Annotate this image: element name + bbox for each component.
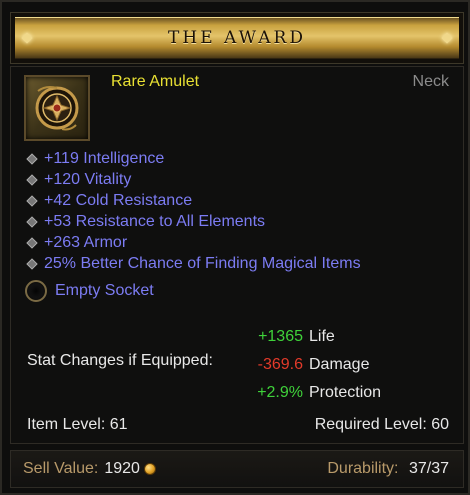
affix-text: 25% Better Chance of Finding Magical Ite… [44,254,361,272]
item-slot: Neck [412,73,449,90]
stat-changes: +1365 Life -369.6 Damage +2.9% Protectio… [233,323,381,407]
stat-change-value: +2.9% [257,384,303,401]
diamond-bullet-icon [27,217,36,226]
sell-value-amount: 1920 [104,460,140,477]
item-level: Item Level: 61 [27,416,128,433]
affix-list: +119 Intelligence +120 Vitality +42 Cold… [25,148,455,274]
diamond-bullet-icon [27,175,36,184]
stat-change-damage: -369.6 Damage [233,351,381,379]
durability: Durability: 37/37 [327,460,449,478]
durability-value: 37/37 [408,460,449,477]
affix-text: +42 Cold Resistance [44,191,193,209]
amulet-icon [24,75,90,141]
stat-change-value: -369.6 [257,356,303,373]
affix-item: +263 Armor [25,232,455,253]
stat-changes-label: Stat Changes if Equipped: [27,352,213,369]
stat-change-name: Damage [309,356,370,373]
affix-item: +119 Intelligence [25,148,455,169]
diamond-bullet-icon [27,238,36,247]
stat-change-name: Life [309,328,335,345]
gold-coin-icon [143,463,156,475]
stat-change-value: +1365 [258,328,303,345]
socket-icon [25,280,47,302]
affix-text: +263 Armor [44,233,128,251]
diamond-bullet-icon [27,259,36,268]
affix-text: +53 Resistance to All Elements [44,212,266,230]
title-bar: THE AWARD [15,17,459,59]
affix-item: 25% Better Chance of Finding Magical Ite… [25,253,455,274]
item-details: Rare Amulet Neck +119 Intelligence +120 … [10,66,464,444]
durability-label: Durability: [327,460,399,477]
affix-item: +120 Vitality [25,169,455,190]
required-level: Required Level: 60 [314,416,449,433]
tooltip-footer: Sell Value: 1920 Durability: 37/37 [10,450,464,488]
item-name: THE AWARD [168,28,306,48]
socket-label: Empty Socket [55,282,154,299]
stat-change-protection: +2.9% Protection [233,379,381,407]
affix-item: +42 Cold Resistance [25,190,455,211]
diamond-bullet-icon [27,154,36,163]
sell-value-label: Sell Value: [23,460,99,477]
affix-text: +119 Intelligence [44,149,165,167]
diamond-bullet-icon [27,196,36,205]
title-frame: THE AWARD [10,12,464,64]
sell-value: Sell Value: 1920 [23,460,156,478]
empty-socket: Empty Socket [25,280,154,302]
item-tooltip: THE AWARD Rare Amulet Neck +119 Intellig… [0,0,470,495]
affix-item: +53 Resistance to All Elements [25,211,455,232]
stat-change-life: +1365 Life [233,323,381,351]
stat-change-name: Protection [309,384,382,401]
affix-text: +120 Vitality [44,170,132,188]
item-rarity-type: Rare Amulet [111,73,200,90]
